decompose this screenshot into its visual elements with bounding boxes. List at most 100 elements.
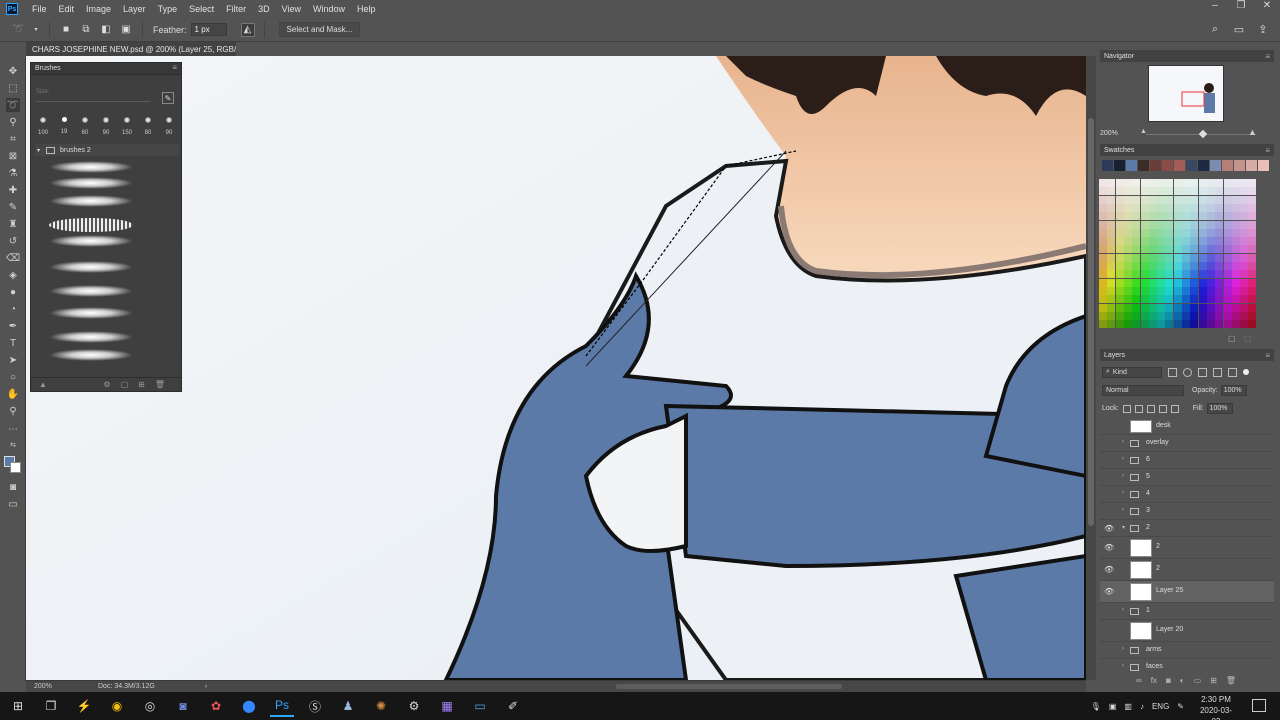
swatch[interactable] xyxy=(1157,245,1166,254)
swatch[interactable] xyxy=(1165,262,1174,270)
swatch[interactable] xyxy=(1215,262,1224,270)
swatch[interactable] xyxy=(1099,220,1107,229)
swatch[interactable] xyxy=(1186,160,1197,171)
navigator-preview[interactable] xyxy=(1148,65,1224,122)
swatch[interactable] xyxy=(1099,203,1107,212)
brush-tip[interactable]: 19 xyxy=(55,117,73,135)
swatch[interactable] xyxy=(1123,212,1132,221)
close-icon[interactable]: ✕ xyxy=(1254,0,1280,14)
layer-row[interactable]: Layer 20 xyxy=(1100,620,1274,642)
swatch[interactable] xyxy=(1157,187,1166,196)
swatch[interactable] xyxy=(1115,295,1124,304)
swatch[interactable] xyxy=(1248,320,1257,329)
swatch[interactable] xyxy=(1132,179,1141,187)
swatch[interactable] xyxy=(1148,179,1157,187)
swatch[interactable] xyxy=(1099,303,1107,312)
swatch[interactable] xyxy=(1140,187,1149,196)
chevron-down-icon[interactable]: ▾ xyxy=(37,147,40,154)
swatch[interactable] xyxy=(1223,320,1232,329)
layer-row[interactable]: 👁 Layer 25 xyxy=(1100,581,1274,603)
swatch[interactable] xyxy=(1223,278,1232,287)
swatch[interactable] xyxy=(1107,278,1116,287)
layer-row[interactable]: › faces xyxy=(1100,659,1274,672)
layer-row[interactable]: › 6 xyxy=(1100,452,1274,469)
swatch[interactable] xyxy=(1223,286,1232,295)
swatch[interactable] xyxy=(1150,160,1161,171)
swatch[interactable] xyxy=(1182,303,1190,312)
type-filter-icon[interactable] xyxy=(1198,367,1207,377)
eye-icon[interactable]: 👁 xyxy=(1104,543,1114,552)
swatch[interactable] xyxy=(1190,303,1199,312)
history-brush-tool-icon[interactable]: ↺ xyxy=(6,234,20,248)
swatch[interactable] xyxy=(1215,212,1224,221)
swatch[interactable] xyxy=(1165,179,1174,187)
swatch[interactable] xyxy=(1107,228,1116,237)
new-folder-icon[interactable]: ▢ xyxy=(121,380,129,389)
swatch[interactable] xyxy=(1115,253,1124,262)
swatch[interactable] xyxy=(1165,303,1174,312)
layer-row[interactable]: › overlay xyxy=(1100,435,1274,452)
swatch[interactable] xyxy=(1190,278,1199,287)
swatch[interactable] xyxy=(1132,220,1141,229)
swatch[interactable] xyxy=(1107,253,1116,262)
swatch[interactable] xyxy=(1198,320,1207,329)
swatch[interactable] xyxy=(1190,179,1199,187)
brush-preset[interactable] xyxy=(49,307,133,319)
swatch[interactable] xyxy=(1099,245,1107,254)
swatch[interactable] xyxy=(1099,179,1107,187)
swatch[interactable] xyxy=(1165,245,1174,254)
app-figure-icon[interactable]: ♟ xyxy=(336,695,360,717)
swatch[interactable] xyxy=(1215,295,1224,304)
swatch[interactable] xyxy=(1173,262,1182,270)
swatch[interactable] xyxy=(1157,262,1166,270)
swatch[interactable] xyxy=(1190,262,1199,270)
swatch[interactable] xyxy=(1107,212,1116,221)
swatch[interactable] xyxy=(1231,262,1240,270)
swatch[interactable] xyxy=(1140,195,1149,204)
swatch[interactable] xyxy=(1248,253,1257,262)
swatch[interactable] xyxy=(1240,262,1249,270)
swatch[interactable] xyxy=(1173,286,1182,295)
photoshop-logo-icon[interactable]: Ps xyxy=(6,3,18,15)
brush-preset[interactable] xyxy=(49,218,133,232)
swatch[interactable] xyxy=(1190,195,1199,204)
status-menu-arrow-icon[interactable]: › xyxy=(205,683,207,690)
swatch[interactable] xyxy=(1107,303,1116,312)
navigator-zoom-knob[interactable] xyxy=(1198,129,1208,139)
swatch[interactable] xyxy=(1173,253,1182,262)
swatch[interactable] xyxy=(1148,311,1157,320)
swatch[interactable] xyxy=(1231,203,1240,212)
swatch[interactable] xyxy=(1240,220,1249,229)
swatch[interactable] xyxy=(1215,278,1224,287)
path-selection-tool-icon[interactable]: ➤ xyxy=(6,353,20,367)
swatch[interactable] xyxy=(1215,220,1224,229)
swatch[interactable] xyxy=(1165,278,1174,287)
swatch[interactable] xyxy=(1148,228,1157,237)
swatch[interactable] xyxy=(1165,220,1174,229)
swatch[interactable] xyxy=(1223,195,1232,204)
brush-preset[interactable] xyxy=(49,195,133,207)
swatch[interactable] xyxy=(1182,179,1190,187)
delete-swatch-icon[interactable]: ▢ xyxy=(1244,334,1252,343)
swatch[interactable] xyxy=(1240,303,1249,312)
layer-row[interactable]: 👁 2 xyxy=(1100,537,1274,559)
pen-tool-icon[interactable]: ✒ xyxy=(6,319,20,333)
swatch[interactable] xyxy=(1165,295,1174,304)
swatch[interactable] xyxy=(1223,295,1232,304)
swatch[interactable] xyxy=(1157,179,1166,187)
swatch[interactable] xyxy=(1107,286,1116,295)
brushes-panel-header[interactable]: Brushes ≡ xyxy=(31,63,181,75)
swatch[interactable] xyxy=(1240,179,1249,187)
swatch[interactable] xyxy=(1165,270,1174,279)
app-circle-icon[interactable]: ◎ xyxy=(138,695,162,717)
swatch[interactable] xyxy=(1198,212,1207,221)
swatch[interactable] xyxy=(1123,187,1132,196)
swatch[interactable] xyxy=(1182,278,1190,287)
swatch[interactable] xyxy=(1231,220,1240,229)
panel-menu-icon[interactable]: ≡ xyxy=(1265,52,1270,61)
swatch[interactable] xyxy=(1115,195,1124,204)
quick-select-tool-icon[interactable]: ⚲ xyxy=(6,115,20,129)
eye-icon[interactable]: 👁 xyxy=(1104,524,1114,533)
swatch[interactable] xyxy=(1198,160,1209,171)
swatch[interactable] xyxy=(1132,311,1141,320)
